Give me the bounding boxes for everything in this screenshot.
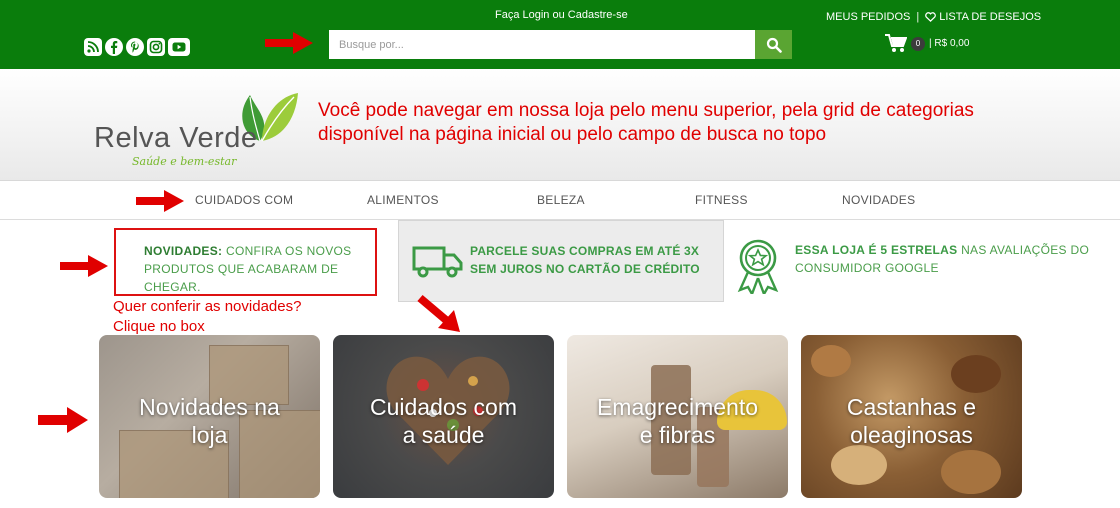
rating-bold: ESSA LOJA É 5 ESTRELAS	[795, 243, 958, 257]
category-label-line2: oleaginosas	[850, 422, 973, 448]
novidades-note: Quer conferir as novidades? Clique no bo…	[113, 297, 301, 337]
category-label-line1: Cuidados com	[369, 394, 518, 420]
truck-icon	[412, 246, 463, 278]
separator: |	[916, 11, 920, 23]
youtube-icon[interactable]	[168, 38, 190, 56]
heart-icon	[925, 12, 937, 22]
category-tile-emagrecimento[interactable]: Emagrecimento e fibras	[567, 335, 788, 498]
cart[interactable]: 0 | R$ 0,00	[885, 34, 969, 53]
installments-text: PARCELE SUAS COMPRAS EM ATÉ 3X SEM JUROS…	[470, 242, 700, 278]
nav-item-beleza[interactable]: BELEZA	[537, 193, 585, 207]
cart-total: | R$ 0,00	[929, 38, 970, 49]
category-label: Cuidados com a saúde	[333, 393, 554, 449]
category-label-line2: loja	[191, 422, 228, 448]
top-bar: Faça Login ou Cadastre-se MEUS PEDIDOS |	[0, 0, 1120, 69]
logo-tagline: Saúde e bem-estar	[132, 155, 237, 168]
search-button[interactable]	[755, 30, 792, 59]
facebook-icon[interactable]	[105, 38, 123, 56]
nav-item-fitness[interactable]: FITNESS	[695, 193, 748, 207]
red-arrow-diagonal-icon	[417, 294, 460, 332]
category-tile-castanhas[interactable]: Castanhas e oleaginosas	[801, 335, 1022, 498]
annotation-text: Você pode navegar em nossa loja pelo men…	[318, 100, 974, 145]
category-label-line1: Novidades na	[139, 394, 280, 420]
nut-shape	[831, 445, 887, 485]
store-logo[interactable]: Relva Verde Saúde e bem-estar	[94, 83, 304, 173]
pinterest-icon[interactable]	[126, 38, 144, 56]
red-arrow-icon	[265, 32, 313, 54]
category-label-line2: a saúde	[402, 422, 485, 448]
nut-shape	[951, 355, 1001, 393]
red-arrow-icon	[38, 407, 88, 433]
novidades-bold: NOVIDADES:	[144, 244, 223, 258]
search-input[interactable]	[329, 30, 755, 59]
installments-box: PARCELE SUAS COMPRAS EM ATÉ 3X SEM JUROS…	[398, 220, 724, 302]
nav-item-cuidados[interactable]: CUIDADOS COM	[195, 193, 293, 207]
wishlist-label: LISTA DE DESEJOS	[939, 11, 1042, 23]
my-orders-link[interactable]: MEUS PEDIDOS	[826, 11, 910, 23]
category-label: Emagrecimento e fibras	[567, 393, 788, 449]
category-label: Castanhas e oleaginosas	[801, 393, 1022, 449]
category-label-line1: Castanhas e	[846, 394, 977, 420]
installments-line1: PARCELE SUAS COMPRAS EM ATÉ 3X	[470, 244, 700, 258]
novidades-box[interactable]: NOVIDADES: CONFIRA OS NOVOS PRODUTOS QUE…	[114, 228, 377, 296]
red-arrow-icon	[136, 190, 184, 212]
nut-shape	[811, 345, 851, 377]
rating-text: ESSA LOJA É 5 ESTRELAS NAS AVALIAÇÕES DO…	[795, 241, 1120, 277]
instagram-icon[interactable]	[147, 38, 165, 56]
novidades-note-line1: Quer conferir as novidades?	[113, 298, 302, 315]
wishlist-link[interactable]: LISTA DE DESEJOS	[925, 11, 1041, 23]
category-tile-cuidados-saude[interactable]: Cuidados com a saúde	[333, 335, 554, 498]
nut-shape	[941, 450, 1001, 494]
logo-name: Relva Verde	[94, 122, 258, 154]
nav-item-alimentos[interactable]: ALIMENTOS	[367, 193, 439, 207]
category-tile-novidades[interactable]: Novidades na loja	[99, 335, 320, 498]
novidades-note-line2: Clique no box	[113, 318, 205, 335]
rss-icon[interactable]	[84, 38, 102, 56]
login-register-link[interactable]: Faça Login ou Cadastre-se	[495, 9, 628, 21]
category-label: Novidades na loja	[99, 393, 320, 449]
cart-count-badge: 0	[911, 36, 925, 51]
search-icon	[766, 37, 782, 53]
red-arrow-icon	[60, 255, 108, 277]
installments-line2: SEM JUROS NO CARTÃO DE CRÉDITO	[470, 262, 700, 276]
search-bar	[329, 30, 792, 59]
category-label-line1: Emagrecimento	[596, 394, 759, 420]
cart-icon	[885, 34, 907, 52]
account-links: MEUS PEDIDOS | LISTA DE DESEJOS	[826, 11, 1041, 23]
social-icons	[84, 38, 190, 56]
award-medal-icon	[737, 239, 779, 294]
category-label-line2: e fibras	[639, 422, 716, 448]
nav-item-novidades[interactable]: NOVIDADES	[842, 193, 915, 207]
